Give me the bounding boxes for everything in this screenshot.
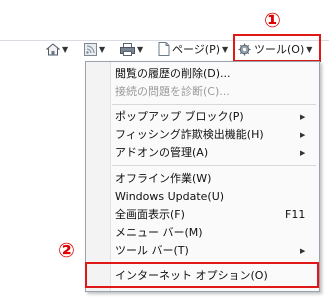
page-menu-button[interactable]: ページ(P) ▼ <box>158 39 228 59</box>
menu-item-work-offline[interactable]: オフライン作業(W) <box>115 170 211 188</box>
menu-item-windows-update[interactable]: Windows Update(U) <box>115 188 224 206</box>
print-button[interactable]: ▼ <box>120 39 143 59</box>
feeds-button[interactable]: ▼ <box>84 39 105 59</box>
menu-item-toolbars[interactable]: ツール バー(T) <box>115 242 189 260</box>
callout-2: ② <box>58 238 75 262</box>
menu-item-diagnose-connection: 接続の問題を診断(C)... <box>115 85 230 98</box>
submenu-arrow-icon: ▶ <box>300 113 306 121</box>
page-menu-label: ページ(P) <box>172 43 220 56</box>
callout-1: ① <box>264 8 281 32</box>
submenu-arrow-icon: ▶ <box>300 149 306 157</box>
print-dropdown-icon[interactable]: ▼ <box>137 45 143 54</box>
menu-separator <box>112 165 316 166</box>
internet-options-highlight-box <box>85 262 319 288</box>
submenu-arrow-icon: ▶ <box>300 247 306 255</box>
page-icon <box>158 42 170 56</box>
menu-item-menu-bar[interactable]: メニュー バー(M) <box>115 224 203 242</box>
menu-item-delete-history[interactable]: 閲覧の履歴の削除(D)... <box>115 65 231 83</box>
menu-icon-gutter <box>86 62 111 291</box>
tools-highlight-box <box>233 34 321 62</box>
submenu-arrow-icon: ▶ <box>300 131 306 139</box>
feeds-dropdown-icon[interactable]: ▼ <box>99 45 105 54</box>
menu-item-phishing-filter[interactable]: フィッシング詐欺検出機能(H) <box>115 126 264 144</box>
page-dropdown-icon: ▼ <box>222 44 229 54</box>
menu-separator <box>112 104 316 105</box>
feed-icon <box>84 42 97 56</box>
print-icon <box>120 42 135 56</box>
home-dropdown-icon[interactable]: ▼ <box>62 45 68 54</box>
full-screen-shortcut: F11 <box>285 208 306 221</box>
menu-item-manage-addons[interactable]: アドオンの管理(A) <box>115 144 208 162</box>
menu-item-popup-blocker[interactable]: ポップアップ ブロック(P) <box>115 108 244 126</box>
home-icon <box>46 42 60 55</box>
menu-item-full-screen[interactable]: 全画面表示(F) <box>115 206 185 224</box>
home-button[interactable]: ▼ <box>46 39 68 59</box>
